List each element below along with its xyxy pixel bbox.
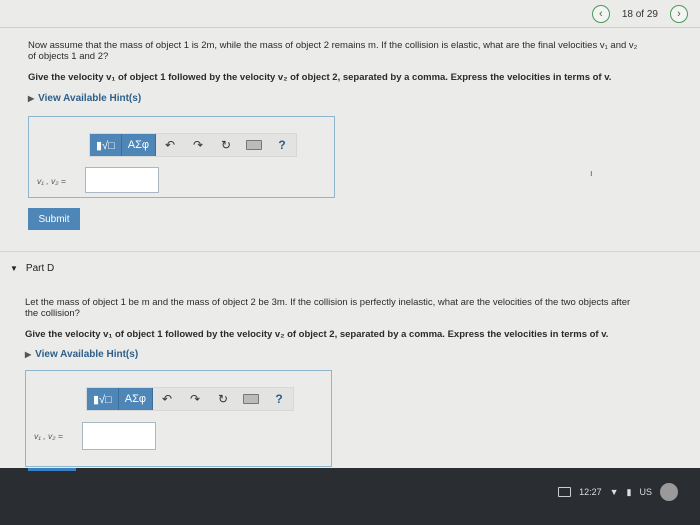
partd-title: Part D: [25, 263, 55, 274]
symbols-button[interactable]: ΑΣφ: [118, 388, 154, 410]
template-button[interactable]: ▮√□: [87, 388, 119, 410]
partc-answer-input[interactable]: [85, 167, 159, 193]
question-navigation: ‹ 18 of 29 ›: [591, 5, 688, 23]
section-divider: [0, 251, 700, 252]
wifi-icon[interactable]: ▼: [610, 487, 619, 497]
undo-icon[interactable]: ↶: [153, 388, 181, 410]
mouse-cursor-icon: ı: [590, 168, 593, 178]
avatar[interactable]: [660, 483, 678, 501]
partc-question-line2: of objects 1 and 2?: [28, 51, 109, 62]
partc-answer-label: v₁ , v₂ =: [37, 176, 66, 186]
header-divider: [0, 27, 700, 28]
partd-answer-input[interactable]: [82, 422, 156, 450]
system-tray: 12:27 ▼ ▮ US: [558, 483, 678, 501]
reset-icon[interactable]: ↻: [209, 388, 237, 410]
partd-hints-label: View Available Hint(s): [35, 349, 139, 360]
help-button[interactable]: ?: [268, 134, 296, 156]
symbols-button[interactable]: ΑΣφ: [121, 134, 157, 156]
partd-instruction: Give the velocity v₁ of object 1 followe…: [25, 329, 609, 340]
partd-header[interactable]: ▼ Part D: [10, 263, 54, 274]
caret-down-icon: ▼: [10, 264, 18, 273]
chat-icon[interactable]: [558, 487, 572, 497]
partd-hints-link[interactable]: ▶ View Available Hint(s): [25, 349, 138, 360]
redo-icon[interactable]: ↷: [181, 388, 209, 410]
partd-math-toolbar: ▮√□ ΑΣφ ↶ ↷ ↻ ?: [86, 387, 295, 411]
partc-math-toolbar: ▮√□ ΑΣφ ↶ ↷ ↻ ?: [89, 133, 298, 157]
partc-instruction: Give the velocity v₁ of object 1 followe…: [28, 72, 612, 83]
partd-question-line1: Let the mass of object 1 be m and the ma…: [25, 297, 631, 308]
partc-hints-link[interactable]: ▶ View Available Hint(s): [28, 93, 141, 104]
partc-question-line1: Now assume that the mass of object 1 is …: [28, 40, 638, 51]
taskbar-accent: [28, 468, 76, 471]
locale-indicator[interactable]: US: [639, 487, 652, 497]
caret-right-icon: ▶: [28, 94, 35, 103]
clock[interactable]: 12:27: [579, 487, 602, 497]
submit-button[interactable]: Submit: [28, 208, 80, 230]
help-button[interactable]: ?: [265, 388, 293, 410]
caret-right-icon: ▶: [25, 350, 32, 359]
reset-icon[interactable]: ↻: [212, 134, 240, 156]
redo-icon[interactable]: ↷: [184, 134, 212, 156]
template-button[interactable]: ▮√□: [90, 134, 122, 156]
content-page: ‹ 18 of 29 › Now assume that the mass of…: [0, 0, 700, 468]
chevron-right-icon[interactable]: ›: [670, 5, 688, 23]
keyboard-icon[interactable]: [240, 134, 268, 156]
battery-icon[interactable]: ▮: [627, 487, 632, 498]
taskbar: 12:27 ▼ ▮ US: [0, 468, 700, 525]
partd-question-line2: the collision?: [25, 308, 80, 319]
question-counter: 18 of 29: [621, 8, 658, 20]
partd-answer-label: v₁ , v₂ =: [34, 431, 63, 441]
partc-answer-box: ▮√□ ΑΣφ ↶ ↷ ↻ ? v₁ , v₂ =: [28, 116, 335, 198]
keyboard-icon[interactable]: [237, 388, 265, 410]
chevron-left-icon[interactable]: ‹: [591, 5, 610, 23]
partc-hints-label: View Available Hint(s): [38, 93, 142, 104]
partd-answer-box: ▮√□ ΑΣφ ↶ ↷ ↻ ? v₁ , v₂ =: [25, 370, 332, 467]
undo-icon[interactable]: ↶: [156, 134, 184, 156]
